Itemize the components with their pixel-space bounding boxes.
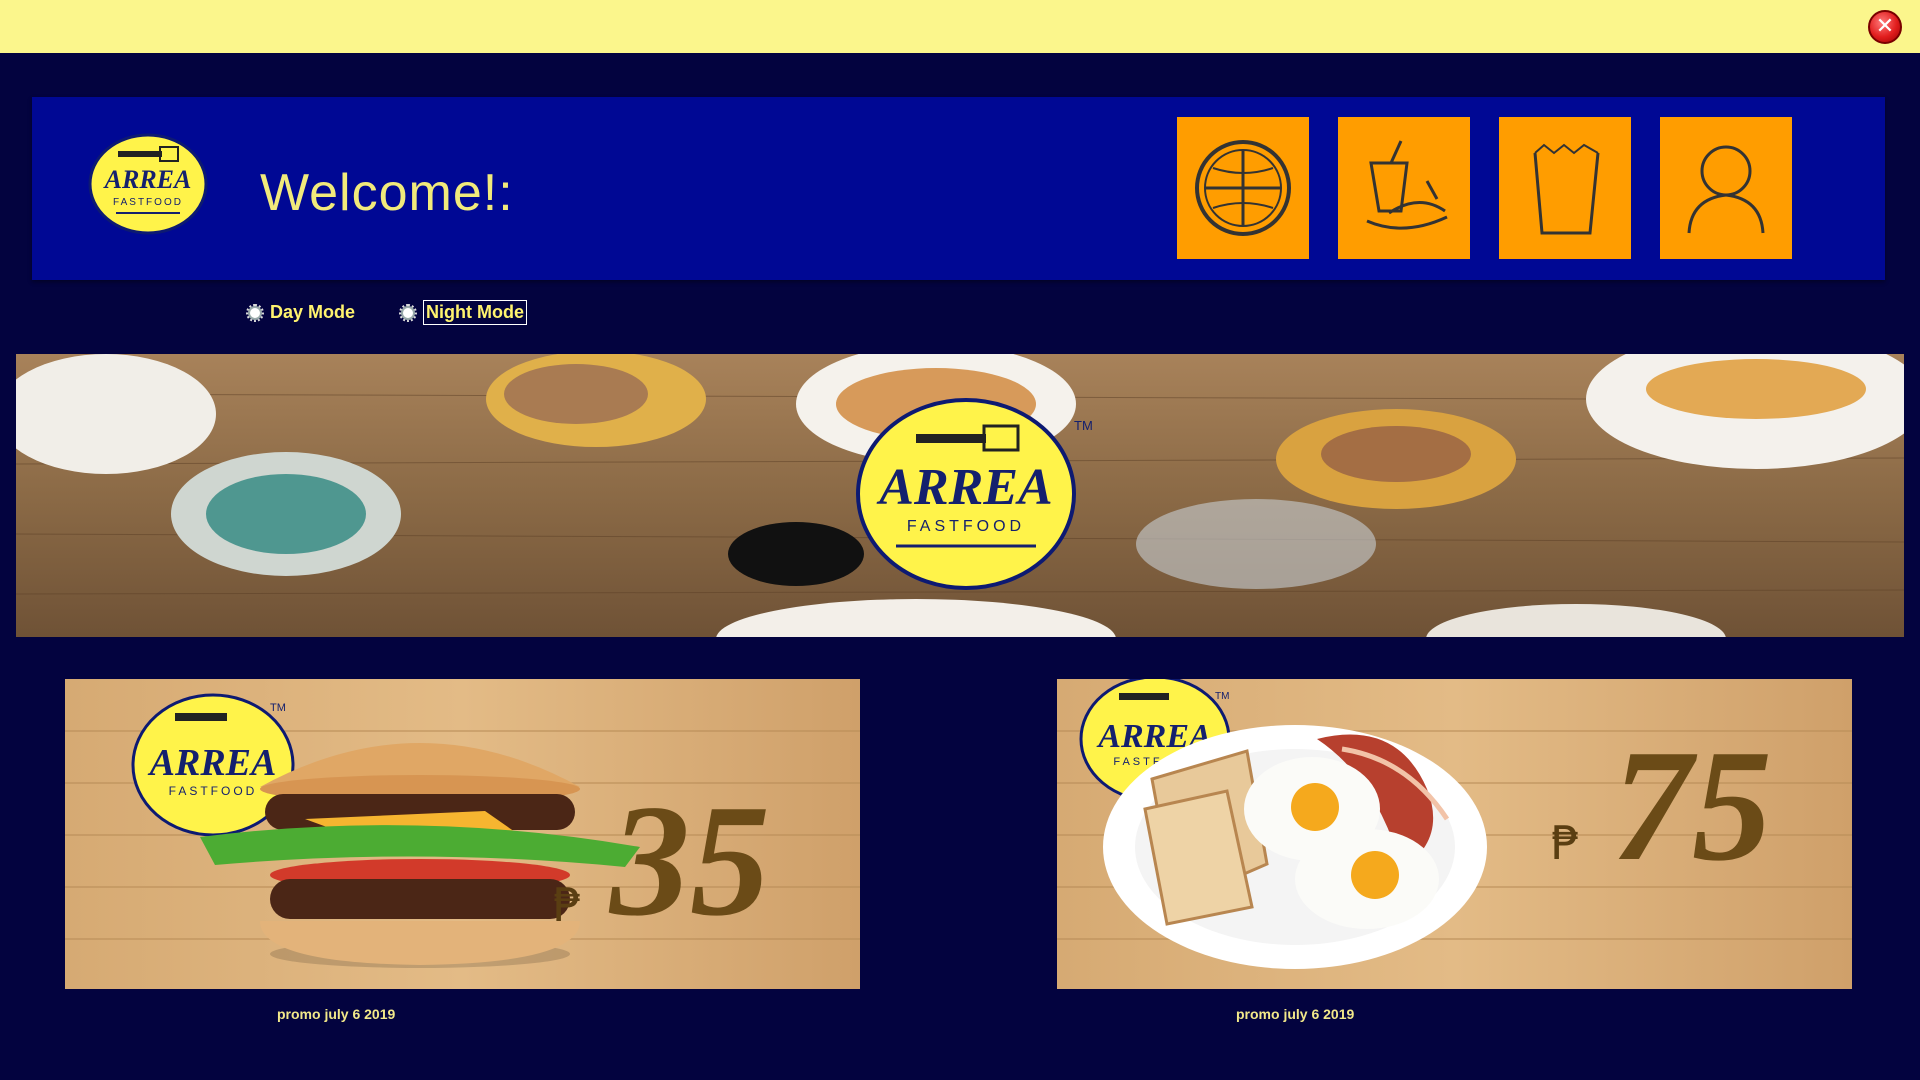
- price-value: 75: [1612, 716, 1772, 894]
- cup-icon: [1533, 143, 1600, 235]
- banner-sub-text: FASTFOOD: [907, 518, 1025, 535]
- hero-banner: ARREA FASTFOOD TM: [16, 354, 1904, 637]
- promo-caption: promo july 6 2019: [1236, 1006, 1355, 1022]
- nav-food-button[interactable]: [1338, 117, 1470, 259]
- breakfast-image: [1103, 725, 1487, 969]
- logo-sub-text: FASTFOOD: [113, 197, 183, 208]
- night-mode-label: Night Mode: [423, 300, 528, 325]
- promo-card-breakfast[interactable]: ARREA FASTFOOD TM ₱ 75: [1057, 679, 1852, 989]
- promo-brand-text: ARREA: [148, 742, 277, 784]
- title-bar: ✕: [0, 0, 1920, 53]
- night-mode-radio[interactable]: Night Mode: [399, 300, 528, 325]
- nav-globe-button[interactable]: [1177, 117, 1309, 259]
- nav-cup-button[interactable]: [1499, 117, 1631, 259]
- header-bar: ARREA FASTFOOD Welcome!:: [32, 97, 1885, 280]
- radio-icon: [246, 303, 264, 322]
- promo-tm-text: TM: [270, 702, 286, 714]
- globe-icon: [1195, 140, 1291, 236]
- price-value: 35: [608, 771, 770, 949]
- welcome-text: Welcome!:: [260, 164, 514, 222]
- day-mode-label: Day Mode: [270, 302, 356, 322]
- theme-mode-group: Day Mode Night Mode: [246, 300, 528, 325]
- price-currency: ₱: [553, 878, 582, 932]
- banner-tm-text: TM: [1074, 418, 1093, 433]
- nav-user-button[interactable]: [1660, 117, 1792, 259]
- promo-sub-text: FASTFOOD: [169, 784, 258, 798]
- user-icon: [1687, 145, 1765, 234]
- logo-brand-text: ARREA: [103, 165, 192, 194]
- price-currency: ₱: [1551, 816, 1580, 870]
- arrea-logo: ARREA FASTFOOD: [88, 133, 208, 235]
- promo-card-burger[interactable]: ARREA FASTFOOD TM ₱ 35: [65, 679, 860, 989]
- promo-caption: promo july 6 2019: [277, 1006, 396, 1022]
- banner-brand-text: ARREA: [876, 459, 1052, 516]
- food-icon: [1366, 140, 1448, 230]
- radio-icon: [399, 303, 418, 322]
- day-mode-radio[interactable]: Day Mode: [246, 300, 356, 325]
- close-icon[interactable]: ✕: [1868, 10, 1902, 44]
- promo-tm-text: TM: [1215, 691, 1229, 702]
